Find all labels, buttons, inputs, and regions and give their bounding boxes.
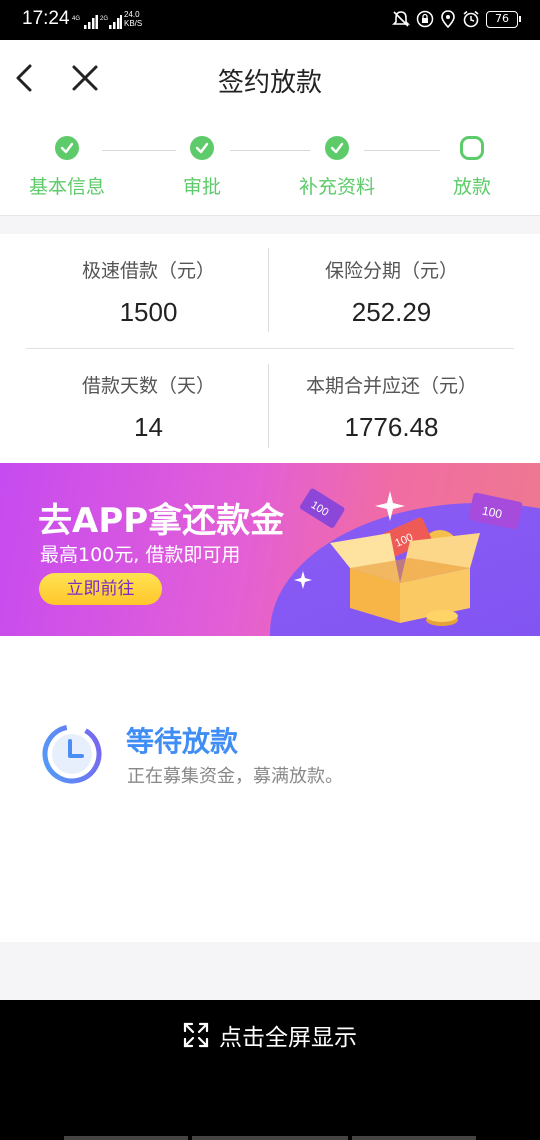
- step-label: 放款: [452, 176, 491, 198]
- status-title: 等待放款: [126, 725, 239, 758]
- step-label: 补充资料: [298, 176, 375, 198]
- step-basic-info: 基本信息: [7, 136, 127, 199]
- promo-banner[interactable]: 去APP拿还款金 最高100元, 借款即可用 立即前往 100 100 100: [0, 463, 540, 636]
- check-icon: [190, 136, 214, 160]
- location-icon: [441, 10, 455, 28]
- signal-2-icon: 2G: [100, 15, 122, 29]
- network-speed: 24.0 KB/S: [124, 10, 142, 28]
- expand-icon: [183, 1022, 209, 1048]
- total-repayment: 本期合并应还（元） 1776.48: [269, 371, 514, 443]
- insurance: 保险分期（元） 252.29: [269, 256, 514, 328]
- lock-icon: [416, 10, 434, 28]
- loan-days: 借款天数（天） 14: [26, 371, 271, 443]
- step-label: 基本信息: [28, 176, 105, 198]
- status-time: 17:24: [22, 8, 70, 29]
- nav-hint: [192, 1136, 348, 1140]
- banner-subtitle: 最高100元, 借款即可用: [40, 544, 241, 566]
- step-label: 审批: [182, 176, 221, 198]
- speed-unit: KB/S: [124, 19, 143, 28]
- fullscreen-label: 点击全屏显示: [219, 1025, 357, 1051]
- nav-bar: 签约放款: [0, 40, 540, 116]
- step-approval: 审批: [142, 136, 262, 199]
- insurance-label: 保险分期（元）: [324, 260, 458, 282]
- step-disbursement: 放款: [412, 136, 532, 199]
- step-supplement: 补充资料: [277, 136, 397, 199]
- signal-icon: 4G: [72, 15, 98, 29]
- insurance-value: 252.29: [351, 297, 432, 327]
- total-repayment-label: 本期合并应还（元）: [305, 375, 477, 397]
- loan-amount: 极速借款（元） 1500: [26, 256, 271, 328]
- status-bar: 17:24 4G 2G 24.0 KB/S 76: [0, 0, 540, 40]
- gift-box-icon: 100 100 100: [294, 488, 523, 626]
- nav-hint: [64, 1136, 188, 1140]
- nav-hint: [352, 1136, 476, 1140]
- loan-days-value: 14: [134, 412, 163, 442]
- svg-text:4G: 4G: [72, 16, 80, 22]
- current-step-icon: [460, 136, 484, 160]
- app-screen: 签约放款 基本信息 审批 补充资料 放款 极速借款（元） 1500 保险分期（元…: [0, 40, 540, 1000]
- go-now-button[interactable]: 立即前往: [39, 573, 162, 605]
- fullscreen-button[interactable]: 点击全屏显示: [0, 1018, 540, 1052]
- banner-title: 去APP拿还款金: [38, 501, 285, 541]
- status-description: 正在募集资金，募满放款。: [127, 766, 343, 787]
- disbursement-status: 等待放款 正在募集资金，募满放款。: [0, 636, 540, 942]
- loan-days-label: 借款天数（天）: [81, 375, 215, 397]
- status-icons: 76: [392, 10, 521, 28]
- divider: [26, 348, 514, 349]
- total-repayment-value: 1776.48: [344, 412, 439, 442]
- speed-value: 24.0: [124, 10, 140, 19]
- battery-icon: 76: [486, 10, 521, 28]
- clock-icon: [42, 724, 102, 784]
- svg-text:2G: 2G: [100, 16, 108, 22]
- check-icon: [325, 136, 349, 160]
- page-title: 签约放款: [217, 68, 322, 98]
- check-icon: [55, 136, 79, 160]
- fullscreen-bar: 点击全屏显示: [0, 1000, 540, 1140]
- loan-amount-value: 1500: [119, 297, 178, 327]
- divider: [268, 248, 269, 332]
- loan-summary: 极速借款（元） 1500 保险分期（元） 252.29 借款天数（天） 14 本…: [0, 234, 540, 464]
- loan-amount-label: 极速借款（元）: [81, 260, 215, 282]
- mute-bell-icon: [392, 11, 410, 27]
- progress-steps: 基本信息 审批 补充资料 放款: [0, 116, 540, 216]
- alarm-icon: [463, 10, 479, 28]
